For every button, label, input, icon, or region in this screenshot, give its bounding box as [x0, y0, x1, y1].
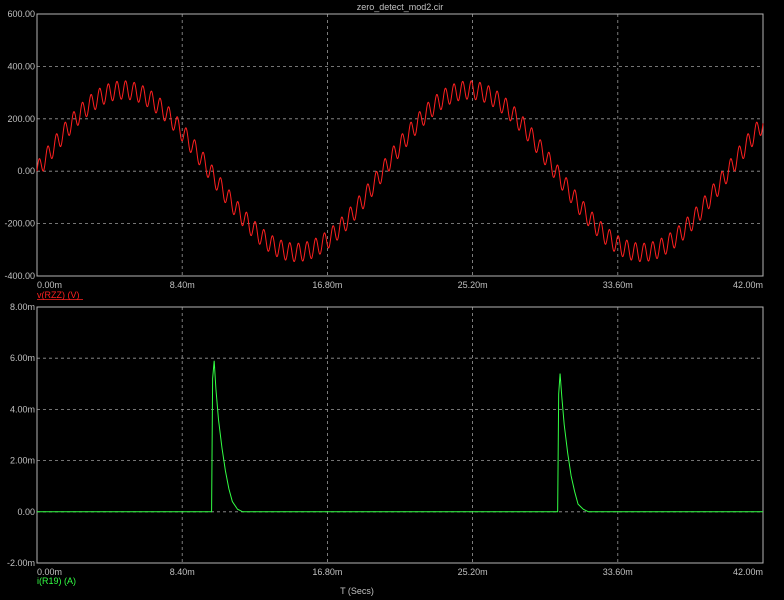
x-tick-label: 42.00m [733, 567, 763, 577]
x-tick-label: 0.00m [37, 280, 62, 290]
x-tick-label: 8.40m [170, 567, 195, 577]
y-tick-label: 200.00 [7, 114, 35, 124]
y-tick-label: 0.00 [17, 507, 35, 517]
y-tick-label: 600.00 [7, 9, 35, 19]
plot-window: zero_detect_mod2.cir 600.00 400.00 200.00 0… [0, 0, 784, 600]
x-tick-label: 16.80m [312, 280, 342, 290]
x-tick-label: 42.00m [733, 280, 763, 290]
x-tick-label: 33.60m [603, 280, 633, 290]
x-tick-label: 8.40m [170, 280, 195, 290]
plot-title: zero_detect_mod2.cir [357, 2, 444, 12]
y-tick-label: 0.00 [17, 166, 35, 176]
x-tick-label: 16.80m [312, 567, 342, 577]
y-tick-label: 4.00m [10, 404, 35, 414]
y-tick-label: 8.00m [10, 302, 35, 312]
x-axis-title: T (Secs) [340, 586, 374, 596]
y-tick-label: 6.00m [10, 353, 35, 363]
y-tick-label: -2.00m [7, 558, 35, 568]
plot-background [0, 0, 784, 600]
series-legend-label: i(R19) (A) [37, 576, 76, 586]
x-tick-label: 25.20m [458, 567, 488, 577]
y-tick-label: -400.00 [4, 271, 35, 281]
x-tick-label: 33.60m [603, 567, 633, 577]
series-legend-label: v(RZZ) (V) [37, 290, 80, 300]
x-tick-label: 25.20m [458, 280, 488, 290]
y-tick-label: -200.00 [4, 219, 35, 229]
y-tick-label: 400.00 [7, 61, 35, 71]
y-tick-label: 2.00m [10, 456, 35, 466]
